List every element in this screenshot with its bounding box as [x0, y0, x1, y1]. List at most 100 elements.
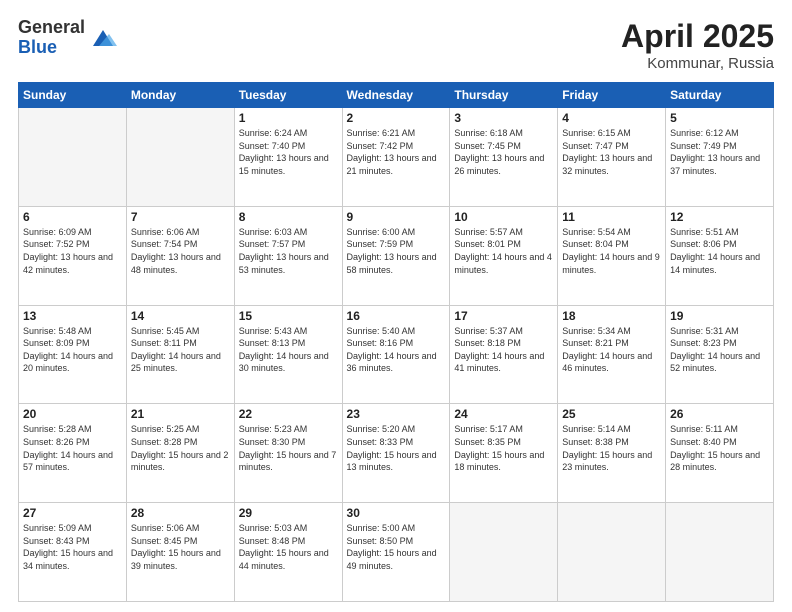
day-number: 28	[131, 506, 230, 520]
day-info: Sunrise: 5:34 AMSunset: 8:21 PMDaylight:…	[562, 325, 661, 375]
day-info: Sunrise: 5:17 AMSunset: 8:35 PMDaylight:…	[454, 423, 553, 473]
day-info: Sunrise: 6:24 AMSunset: 7:40 PMDaylight:…	[239, 127, 338, 177]
calendar-cell: 21 Sunrise: 5:25 AMSunset: 8:28 PMDayligh…	[126, 404, 234, 503]
week-row-3: 20 Sunrise: 5:28 AMSunset: 8:26 PMDayligh…	[19, 404, 774, 503]
day-info: Sunrise: 5:20 AMSunset: 8:33 PMDaylight:…	[347, 423, 446, 473]
calendar-cell: 24 Sunrise: 5:17 AMSunset: 8:35 PMDayligh…	[450, 404, 558, 503]
day-number: 17	[454, 309, 553, 323]
calendar-cell: 4 Sunrise: 6:15 AMSunset: 7:47 PMDaylight…	[558, 108, 666, 207]
day-number: 10	[454, 210, 553, 224]
day-number: 14	[131, 309, 230, 323]
calendar-cell: 14 Sunrise: 5:45 AMSunset: 8:11 PMDayligh…	[126, 305, 234, 404]
day-number: 27	[23, 506, 122, 520]
calendar-cell: 8 Sunrise: 6:03 AMSunset: 7:57 PMDaylight…	[234, 206, 342, 305]
logo-icon	[89, 24, 117, 52]
calendar-cell: 3 Sunrise: 6:18 AMSunset: 7:45 PMDaylight…	[450, 108, 558, 207]
day-number: 24	[454, 407, 553, 421]
day-number: 22	[239, 407, 338, 421]
day-info: Sunrise: 6:00 AMSunset: 7:59 PMDaylight:…	[347, 226, 446, 276]
day-info: Sunrise: 5:28 AMSunset: 8:26 PMDaylight:…	[23, 423, 122, 473]
day-number: 8	[239, 210, 338, 224]
day-number: 15	[239, 309, 338, 323]
day-number: 13	[23, 309, 122, 323]
day-info: Sunrise: 6:03 AMSunset: 7:57 PMDaylight:…	[239, 226, 338, 276]
day-header-saturday: Saturday	[666, 83, 774, 108]
calendar-cell: 13 Sunrise: 5:48 AMSunset: 8:09 PMDayligh…	[19, 305, 127, 404]
calendar-cell: 2 Sunrise: 6:21 AMSunset: 7:42 PMDaylight…	[342, 108, 450, 207]
day-number: 5	[670, 111, 769, 125]
day-info: Sunrise: 6:18 AMSunset: 7:45 PMDaylight:…	[454, 127, 553, 177]
day-number: 23	[347, 407, 446, 421]
calendar-cell: 20 Sunrise: 5:28 AMSunset: 8:26 PMDayligh…	[19, 404, 127, 503]
day-number: 29	[239, 506, 338, 520]
calendar-cell: 7 Sunrise: 6:06 AMSunset: 7:54 PMDaylight…	[126, 206, 234, 305]
calendar-cell: 5 Sunrise: 6:12 AMSunset: 7:49 PMDaylight…	[666, 108, 774, 207]
logo-general: General	[18, 18, 85, 38]
calendar-cell: 27Sunrise: 5:09 AMSunset: 8:43 PMDayligh…	[19, 503, 127, 602]
day-info: Sunrise: 6:12 AMSunset: 7:49 PMDaylight:…	[670, 127, 769, 177]
day-info: Sunrise: 6:21 AMSunset: 7:42 PMDaylight:…	[347, 127, 446, 177]
day-info: Sunrise: 5:51 AMSunset: 8:06 PMDaylight:…	[670, 226, 769, 276]
title-month: April 2025	[621, 18, 774, 55]
day-info: Sunrise: 5:43 AMSunset: 8:13 PMDaylight:…	[239, 325, 338, 375]
logo-text: General Blue	[18, 18, 85, 58]
week-row-4: 27Sunrise: 5:09 AMSunset: 8:43 PMDayligh…	[19, 503, 774, 602]
day-info: Sunrise: 6:06 AMSunset: 7:54 PMDaylight:…	[131, 226, 230, 276]
day-header-thursday: Thursday	[450, 83, 558, 108]
calendar-cell: 17 Sunrise: 5:37 AMSunset: 8:18 PMDayligh…	[450, 305, 558, 404]
calendar-cell: 30Sunrise: 5:00 AMSunset: 8:50 PMDayligh…	[342, 503, 450, 602]
day-number: 21	[131, 407, 230, 421]
day-info: Sunrise: 5:25 AMSunset: 8:28 PMDaylight:…	[131, 423, 230, 473]
calendar-cell: 1 Sunrise: 6:24 AMSunset: 7:40 PMDaylight…	[234, 108, 342, 207]
day-number: 20	[23, 407, 122, 421]
day-info: Sunrise: 5:14 AMSunset: 8:38 PMDaylight:…	[562, 423, 661, 473]
day-number: 25	[562, 407, 661, 421]
day-number: 9	[347, 210, 446, 224]
day-number: 2	[347, 111, 446, 125]
day-info: Sunrise: 5:40 AMSunset: 8:16 PMDaylight:…	[347, 325, 446, 375]
days-header-row: SundayMondayTuesdayWednesdayThursdayFrid…	[19, 83, 774, 108]
day-number: 16	[347, 309, 446, 323]
week-row-1: 6Sunrise: 6:09 AMSunset: 7:52 PMDaylight…	[19, 206, 774, 305]
calendar-cell: 19 Sunrise: 5:31 AMSunset: 8:23 PMDayligh…	[666, 305, 774, 404]
calendar-cell	[19, 108, 127, 207]
calendar-cell: 22 Sunrise: 5:23 AMSunset: 8:30 PMDayligh…	[234, 404, 342, 503]
calendar-table: SundayMondayTuesdayWednesdayThursdayFrid…	[18, 82, 774, 602]
day-number: 4	[562, 111, 661, 125]
day-number: 3	[454, 111, 553, 125]
day-info: Sunrise: 5:23 AMSunset: 8:30 PMDaylight:…	[239, 423, 338, 473]
logo: General Blue	[18, 18, 117, 58]
calendar-cell: 15 Sunrise: 5:43 AMSunset: 8:13 PMDayligh…	[234, 305, 342, 404]
calendar-cell: 16 Sunrise: 5:40 AMSunset: 8:16 PMDayligh…	[342, 305, 450, 404]
day-header-sunday: Sunday	[19, 83, 127, 108]
page: General Blue April 2025 Kommunar, Russia…	[0, 0, 792, 612]
day-info: Sunrise: 5:48 AMSunset: 8:09 PMDaylight:…	[23, 325, 122, 375]
calendar-cell	[558, 503, 666, 602]
week-row-0: 1 Sunrise: 6:24 AMSunset: 7:40 PMDaylight…	[19, 108, 774, 207]
day-number: 12	[670, 210, 769, 224]
day-info: Sunrise: 5:03 AMSunset: 8:48 PMDaylight:…	[239, 522, 338, 572]
title-location: Kommunar, Russia	[621, 55, 774, 72]
calendar-cell: 25 Sunrise: 5:14 AMSunset: 8:38 PMDayligh…	[558, 404, 666, 503]
calendar-cell: 18 Sunrise: 5:34 AMSunset: 8:21 PMDayligh…	[558, 305, 666, 404]
calendar-cell: 28Sunrise: 5:06 AMSunset: 8:45 PMDayligh…	[126, 503, 234, 602]
calendar-cell: 12 Sunrise: 5:51 AMSunset: 8:06 PMDayligh…	[666, 206, 774, 305]
day-info: Sunrise: 5:37 AMSunset: 8:18 PMDaylight:…	[454, 325, 553, 375]
day-header-tuesday: Tuesday	[234, 83, 342, 108]
day-number: 6	[23, 210, 122, 224]
calendar-cell	[126, 108, 234, 207]
calendar-cell	[450, 503, 558, 602]
logo-blue: Blue	[18, 38, 85, 58]
day-info: Sunrise: 6:15 AMSunset: 7:47 PMDaylight:…	[562, 127, 661, 177]
calendar-cell	[666, 503, 774, 602]
calendar-cell: 29 Sunrise: 5:03 AMSunset: 8:48 PMDayligh…	[234, 503, 342, 602]
day-info: Sunrise: 5:31 AMSunset: 8:23 PMDaylight:…	[670, 325, 769, 375]
day-number: 19	[670, 309, 769, 323]
day-number: 7	[131, 210, 230, 224]
day-header-wednesday: Wednesday	[342, 83, 450, 108]
day-info: Sunrise: 5:45 AMSunset: 8:11 PMDaylight:…	[131, 325, 230, 375]
day-number: 18	[562, 309, 661, 323]
day-number: 1	[239, 111, 338, 125]
calendar-cell: 10Sunrise: 5:57 AMSunset: 8:01 PMDayligh…	[450, 206, 558, 305]
week-row-2: 13 Sunrise: 5:48 AMSunset: 8:09 PMDayligh…	[19, 305, 774, 404]
